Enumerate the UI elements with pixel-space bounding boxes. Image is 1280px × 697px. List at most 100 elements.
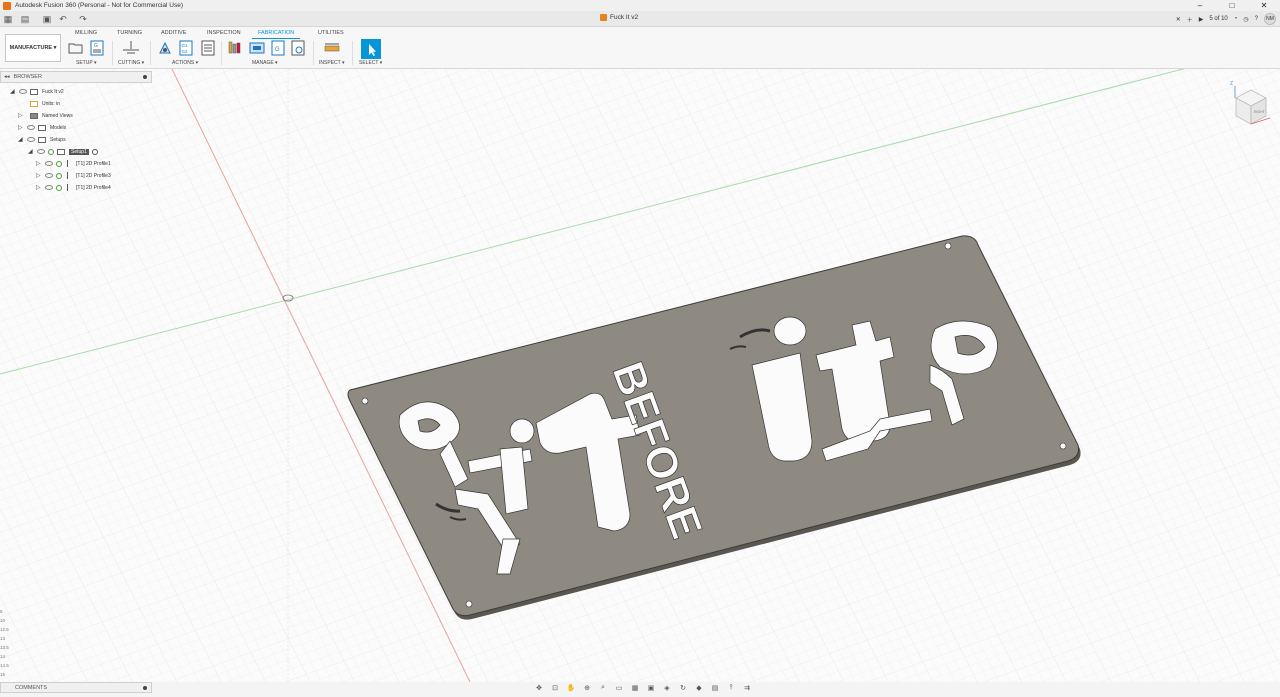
refresh-icon[interactable]: ↻ bbox=[678, 684, 688, 692]
browser-panel: ◂◂ BROWSER ◢ Fuck It v2 Units: in ▷ Name… bbox=[0, 71, 152, 196]
redo-icon[interactable]: ↷ bbox=[78, 14, 88, 24]
expand-triangle-icon[interactable]: ▷ bbox=[36, 184, 42, 191]
job-status-icon[interactable]: ▶ bbox=[1199, 16, 1204, 23]
group-label-actions[interactable]: ACTIONS ▾ bbox=[172, 60, 198, 66]
activate-radio-icon[interactable] bbox=[91, 148, 98, 155]
setup-sheet-icon[interactable] bbox=[201, 40, 215, 56]
tab-document[interactable]: Fuck It v2 bbox=[600, 14, 638, 21]
effects-icon[interactable]: ◈ bbox=[662, 684, 672, 692]
workspace-switcher[interactable]: MANUFACTURE ▾ bbox=[5, 34, 61, 62]
orbit-icon[interactable]: ✥ bbox=[534, 684, 544, 692]
comments-title: COMMENTS bbox=[15, 684, 48, 691]
document-tab-bar: ▦ ▤ ▣ ↶ ↷ Fuck It v2 ✕ ＋ ▶ 5 of 10 ◔ ◷ ?… bbox=[0, 11, 1280, 27]
user-avatar[interactable]: NM bbox=[1264, 13, 1276, 25]
visibility-eye-icon[interactable] bbox=[27, 137, 35, 142]
expand-triangle-icon[interactable]: ▷ bbox=[36, 172, 42, 179]
new-tab-icon[interactable]: ＋ bbox=[1187, 15, 1193, 24]
machine-library-icon[interactable] bbox=[249, 40, 265, 56]
extensions-icon[interactable]: ◔ bbox=[1234, 16, 1238, 22]
viewcube[interactable]: Z RIGHT bbox=[1226, 78, 1272, 128]
expand-triangle-icon[interactable]: ▷ bbox=[18, 124, 24, 131]
post-library-icon[interactable]: G bbox=[271, 40, 285, 56]
active-tab-underline bbox=[252, 38, 300, 39]
display-settings-icon[interactable]: ▭ bbox=[614, 684, 624, 692]
collapse-triangle-icon[interactable]: ◢ bbox=[18, 136, 24, 143]
tree-item-named-views[interactable]: ▷ Named Views bbox=[18, 110, 73, 121]
tab-utilities[interactable]: UTILITIES bbox=[318, 30, 344, 36]
canvas-viewport[interactable]: BEFORE 5 10 12.5 13 13.5 14 14.5 15 bbox=[0, 69, 1280, 682]
collapse-browser-icon[interactable]: ◂◂ bbox=[4, 74, 10, 80]
select-arrow-icon[interactable] bbox=[361, 39, 381, 59]
tab-inspection[interactable]: INSPECTION bbox=[207, 30, 241, 36]
tree-item-setups[interactable]: ◢ Setups bbox=[18, 134, 66, 145]
visibility-eye-icon[interactable] bbox=[45, 161, 53, 166]
toolpath-display-icon[interactable]: ⫯ bbox=[726, 684, 736, 692]
tab-additive[interactable]: ADDITIVE bbox=[161, 30, 186, 36]
tab-milling[interactable]: MILLING bbox=[75, 30, 97, 36]
stock-display-icon[interactable]: ⇉ bbox=[742, 684, 752, 692]
comments-pin-icon[interactable] bbox=[143, 685, 147, 690]
tree-item-setup1[interactable]: ◢ Setup1 bbox=[28, 146, 98, 157]
environment-icon[interactable]: ▤ bbox=[710, 684, 720, 692]
template-library-icon[interactable] bbox=[291, 40, 305, 56]
tree-item-models[interactable]: ▷ Models bbox=[18, 122, 66, 133]
file-menu-icon[interactable]: ▤ bbox=[20, 14, 30, 24]
visibility-eye-icon[interactable] bbox=[19, 89, 27, 94]
pan-icon[interactable]: ✋ bbox=[566, 684, 576, 692]
group-divider bbox=[112, 41, 113, 65]
expand-triangle-icon[interactable]: ▷ bbox=[36, 160, 42, 167]
zoom-icon[interactable]: ⊕ bbox=[582, 684, 592, 692]
save-icon[interactable]: ▣ bbox=[42, 14, 52, 24]
job-status-label[interactable]: 5 of 10 bbox=[1209, 16, 1227, 22]
close-button[interactable]: ✕ bbox=[1248, 0, 1280, 11]
visibility-eye-icon[interactable] bbox=[27, 125, 35, 130]
cutting-profile-icon[interactable] bbox=[121, 40, 141, 56]
group-label-select[interactable]: SELECT ▾ bbox=[359, 60, 382, 66]
ruler-tick: 5 bbox=[0, 609, 3, 614]
visibility-eye-icon[interactable] bbox=[37, 149, 45, 154]
open-setup-icon[interactable] bbox=[68, 40, 84, 56]
group-label-setup[interactable]: SETUP ▾ bbox=[76, 60, 96, 66]
group-label-manage[interactable]: MANAGE ▾ bbox=[252, 60, 278, 66]
tree-item-operation[interactable]: ▷ [T1] 2D Profile4 bbox=[36, 182, 111, 193]
view-icon[interactable]: ◆ bbox=[694, 684, 704, 692]
setup-icon bbox=[57, 148, 65, 155]
tab-turning[interactable]: TURNING bbox=[117, 30, 142, 36]
group-label-inspect[interactable]: INSPECT ▾ bbox=[319, 60, 344, 66]
help-icon[interactable]: ? bbox=[1255, 16, 1258, 22]
visibility-eye-icon[interactable] bbox=[45, 185, 53, 190]
tree-item-operation[interactable]: ▷ [T1] 2D Profile3 bbox=[36, 170, 111, 181]
post-process-icon[interactable]: G1 G2 bbox=[179, 40, 193, 56]
look-at-icon[interactable]: ⊡ bbox=[550, 684, 560, 692]
group-divider bbox=[313, 41, 314, 65]
new-setup-icon[interactable]: G bbox=[90, 40, 104, 56]
tree-item-root[interactable]: ◢ Fuck It v2 bbox=[10, 86, 64, 97]
grid-settings-icon[interactable]: ▦ bbox=[630, 684, 640, 692]
minimize-button[interactable]: – bbox=[1184, 0, 1216, 11]
visibility-eye-icon[interactable] bbox=[45, 173, 53, 178]
maximize-button[interactable]: □ bbox=[1216, 0, 1248, 11]
tab-fabrication[interactable]: FABRICATION bbox=[258, 30, 294, 36]
close-tab-icon[interactable]: ✕ bbox=[1176, 16, 1181, 23]
browser-header[interactable]: ◂◂ BROWSER bbox=[0, 71, 152, 83]
document-icon bbox=[30, 88, 38, 95]
browser-title: BROWSER bbox=[13, 74, 42, 80]
expand-triangle-icon[interactable]: ▷ bbox=[18, 112, 24, 119]
folder-icon bbox=[38, 136, 46, 143]
comments-panel[interactable]: COMMENTS bbox=[0, 682, 152, 693]
notifications-icon[interactable]: ◷ bbox=[1243, 16, 1248, 23]
browser-pin-icon[interactable] bbox=[143, 75, 147, 79]
group-label-cutting[interactable]: CUTTING ▾ bbox=[118, 60, 144, 66]
fit-icon[interactable]: ⌕ bbox=[598, 684, 608, 692]
tree-item-operation[interactable]: ▷ [T1] 2D Profile1 bbox=[36, 158, 111, 169]
tool-library-icon[interactable] bbox=[227, 40, 243, 56]
collapse-triangle-icon[interactable]: ◢ bbox=[10, 88, 16, 95]
measure-icon[interactable] bbox=[324, 40, 340, 56]
tree-item-units[interactable]: Units: in bbox=[30, 98, 60, 109]
data-panel-grid-icon[interactable]: ▦ bbox=[3, 14, 13, 24]
collapse-triangle-icon[interactable]: ◢ bbox=[28, 148, 34, 155]
simulate-icon[interactable] bbox=[157, 40, 173, 56]
folder-icon bbox=[38, 124, 46, 131]
viewports-icon[interactable]: ▣ bbox=[646, 684, 656, 692]
undo-icon[interactable]: ↶ bbox=[58, 14, 68, 24]
